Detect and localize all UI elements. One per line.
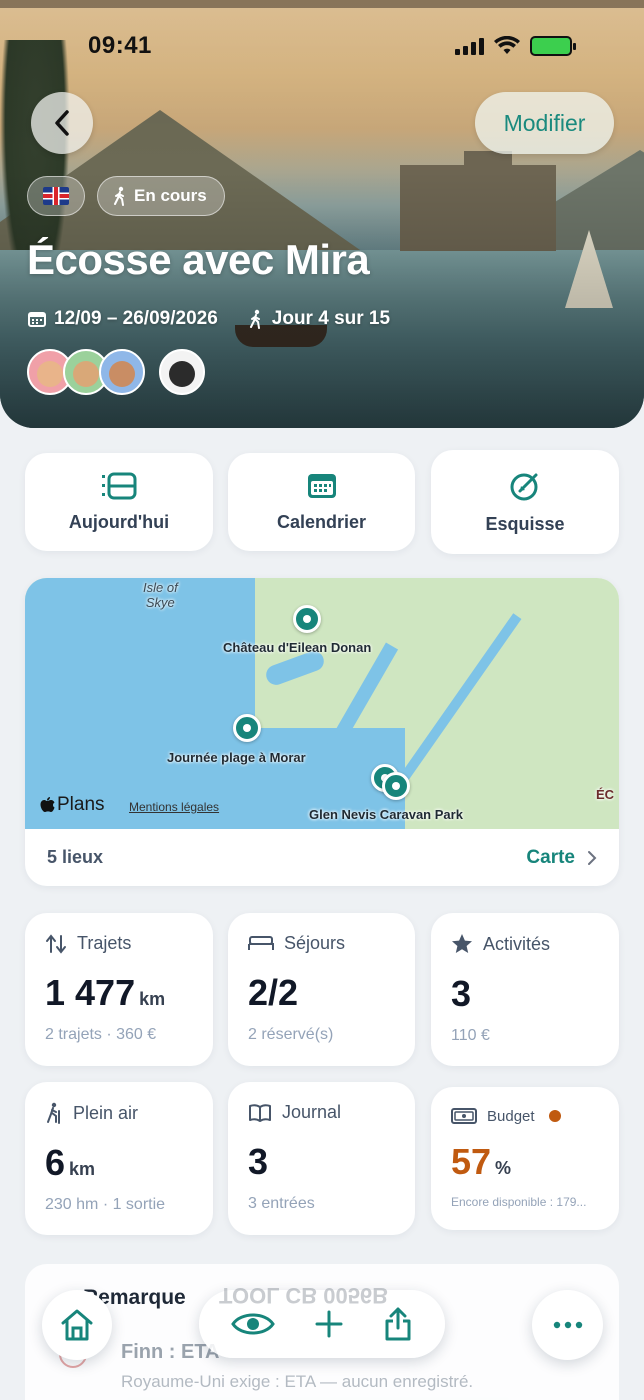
wifi-icon [494, 36, 520, 54]
stat-title: Budget [487, 1107, 535, 1125]
stat-activites[interactable]: Activités 3 110 € [431, 913, 619, 1066]
edit-button[interactable]: Modifier [475, 92, 614, 154]
stat-title: Trajets [77, 933, 132, 953]
map-pin[interactable] [233, 714, 261, 742]
stat-trajets[interactable]: Trajets 1 477 km 2 trajets · 360 € [25, 913, 213, 1066]
status-icons [455, 36, 576, 56]
battery-icon [530, 36, 576, 56]
signal-icon [455, 37, 484, 55]
compass-pen-icon [510, 473, 538, 500]
stat-sub: 2 trajets · 360 € [45, 1026, 157, 1043]
bed-icon [248, 935, 274, 950]
loch-area [398, 613, 522, 783]
trip-dates: 12/09 – 26/09/2026 [54, 308, 218, 329]
book-icon [249, 1103, 271, 1122]
avatar[interactable] [99, 349, 145, 395]
map-pin[interactable] [293, 605, 321, 633]
uk-flag-icon [43, 187, 69, 205]
status-time: 09:41 [88, 32, 152, 59]
day-progress: Jour 4 sur 15 [271, 308, 391, 329]
arrows-updown-icon [46, 933, 66, 954]
trip-title: Écosse avec Mira [27, 236, 370, 283]
walking-icon [249, 309, 260, 329]
banknote-icon [451, 1108, 477, 1124]
map-label-edge: ÉC [596, 787, 615, 802]
sketch-label: Esquisse [485, 513, 565, 534]
country-pill[interactable] [27, 176, 85, 216]
map-label-camp: Glen Nevis Caravan Park [309, 807, 463, 822]
action-bar: TOOL CB 0056B [199, 1283, 445, 1358]
share-icon[interactable] [383, 1307, 413, 1341]
today-button[interactable]: Aujourd'hui [25, 453, 213, 551]
home-icon [61, 1309, 93, 1341]
budget-status-dot [548, 1110, 561, 1122]
stat-value: 2/2 [248, 972, 299, 1013]
eye-icon[interactable] [231, 1310, 275, 1338]
today-label: Aujourd'hui [68, 511, 170, 532]
plus-icon[interactable] [315, 1310, 343, 1338]
status-pill[interactable]: En cours [97, 176, 225, 216]
stat-sub: 2 réservé(s) [248, 1026, 334, 1043]
calendar-label: Calendrier [276, 511, 367, 532]
avatar-dog[interactable] [159, 349, 205, 395]
stat-value: 6 km [45, 1142, 96, 1183]
stat-budget[interactable]: Budget 57% Encore disponible : 179... [431, 1087, 619, 1230]
stat-journal[interactable]: Journal 3 3 entrées [228, 1082, 415, 1235]
calendar-icon [28, 312, 46, 327]
map-pin[interactable] [382, 772, 410, 800]
legal-link[interactable]: Mentions légales [129, 800, 219, 814]
stat-title: Activités [483, 933, 551, 954]
remark-line-1: Finn : ETA [121, 1341, 220, 1363]
stat-sub: 110 € [451, 1027, 490, 1044]
stat-title: Plein air [73, 1102, 139, 1123]
walking-icon [114, 186, 124, 206]
stat-title: Séjours [284, 933, 346, 953]
chevron-right-icon [588, 850, 597, 865]
more-icon [553, 1321, 582, 1329]
stat-value: 3 [248, 1141, 269, 1182]
list-icon [102, 472, 137, 499]
plans-label: Plans [57, 794, 105, 815]
chevron-left-icon [55, 110, 69, 136]
apple-icon [40, 797, 55, 812]
hiking-icon [47, 1102, 60, 1124]
stat-value: 3 [451, 973, 472, 1014]
map-link-label: Carte [526, 846, 575, 868]
map-card[interactable]: Isle of Skye Château d'Eilean Donan Journ… [25, 578, 619, 886]
stat-title: Journal [282, 1102, 342, 1122]
stat-value: 1 477 km [45, 972, 166, 1013]
map-view[interactable]: Isle of Skye Château d'Eilean Donan Journ… [25, 578, 619, 829]
map-label-beach: Journée plage à Morar [167, 750, 306, 765]
stat-sub: Encore disponible : 179... [451, 1195, 587, 1209]
map-label-castle: Château d'Eilean Donan [223, 640, 372, 655]
places-count: 5 lieux [47, 847, 104, 867]
apple-plans-logo: Plans [39, 794, 105, 816]
star-icon [452, 934, 472, 953]
map-label-skye: Isle of Skye [143, 580, 178, 610]
back-button[interactable] [31, 92, 93, 154]
stat-sub: 230 hm · 1 sortie [45, 1196, 166, 1213]
home-button[interactable] [42, 1290, 112, 1360]
stat-plein-air[interactable]: Plein air 6 km 230 hm · 1 sortie [25, 1082, 213, 1235]
status-pill-label: En cours [134, 186, 207, 205]
stat-sejours[interactable]: Séjours 2/2 2 réservé(s) [228, 913, 415, 1066]
calendar-button[interactable]: Calendrier [228, 453, 415, 551]
travelers-avatars[interactable] [27, 349, 205, 395]
more-button[interactable] [532, 1290, 603, 1360]
reflected-text: TOOL CB 0056B [219, 1283, 389, 1308]
map-footer[interactable]: 5 lieux Carte [25, 829, 619, 886]
calendar-icon [307, 473, 336, 498]
sketch-button[interactable]: Esquisse [431, 450, 619, 554]
trip-meta: 12/09 – 26/09/2026 Jour 4 sur 15 [28, 308, 390, 330]
remark-line-2: Royaume-Uni exige : ETA — aucun enregist… [121, 1372, 474, 1391]
map-link[interactable]: Carte [526, 847, 597, 869]
stat-value: 57% [451, 1141, 512, 1182]
stat-sub: 3 entrées [248, 1195, 315, 1212]
